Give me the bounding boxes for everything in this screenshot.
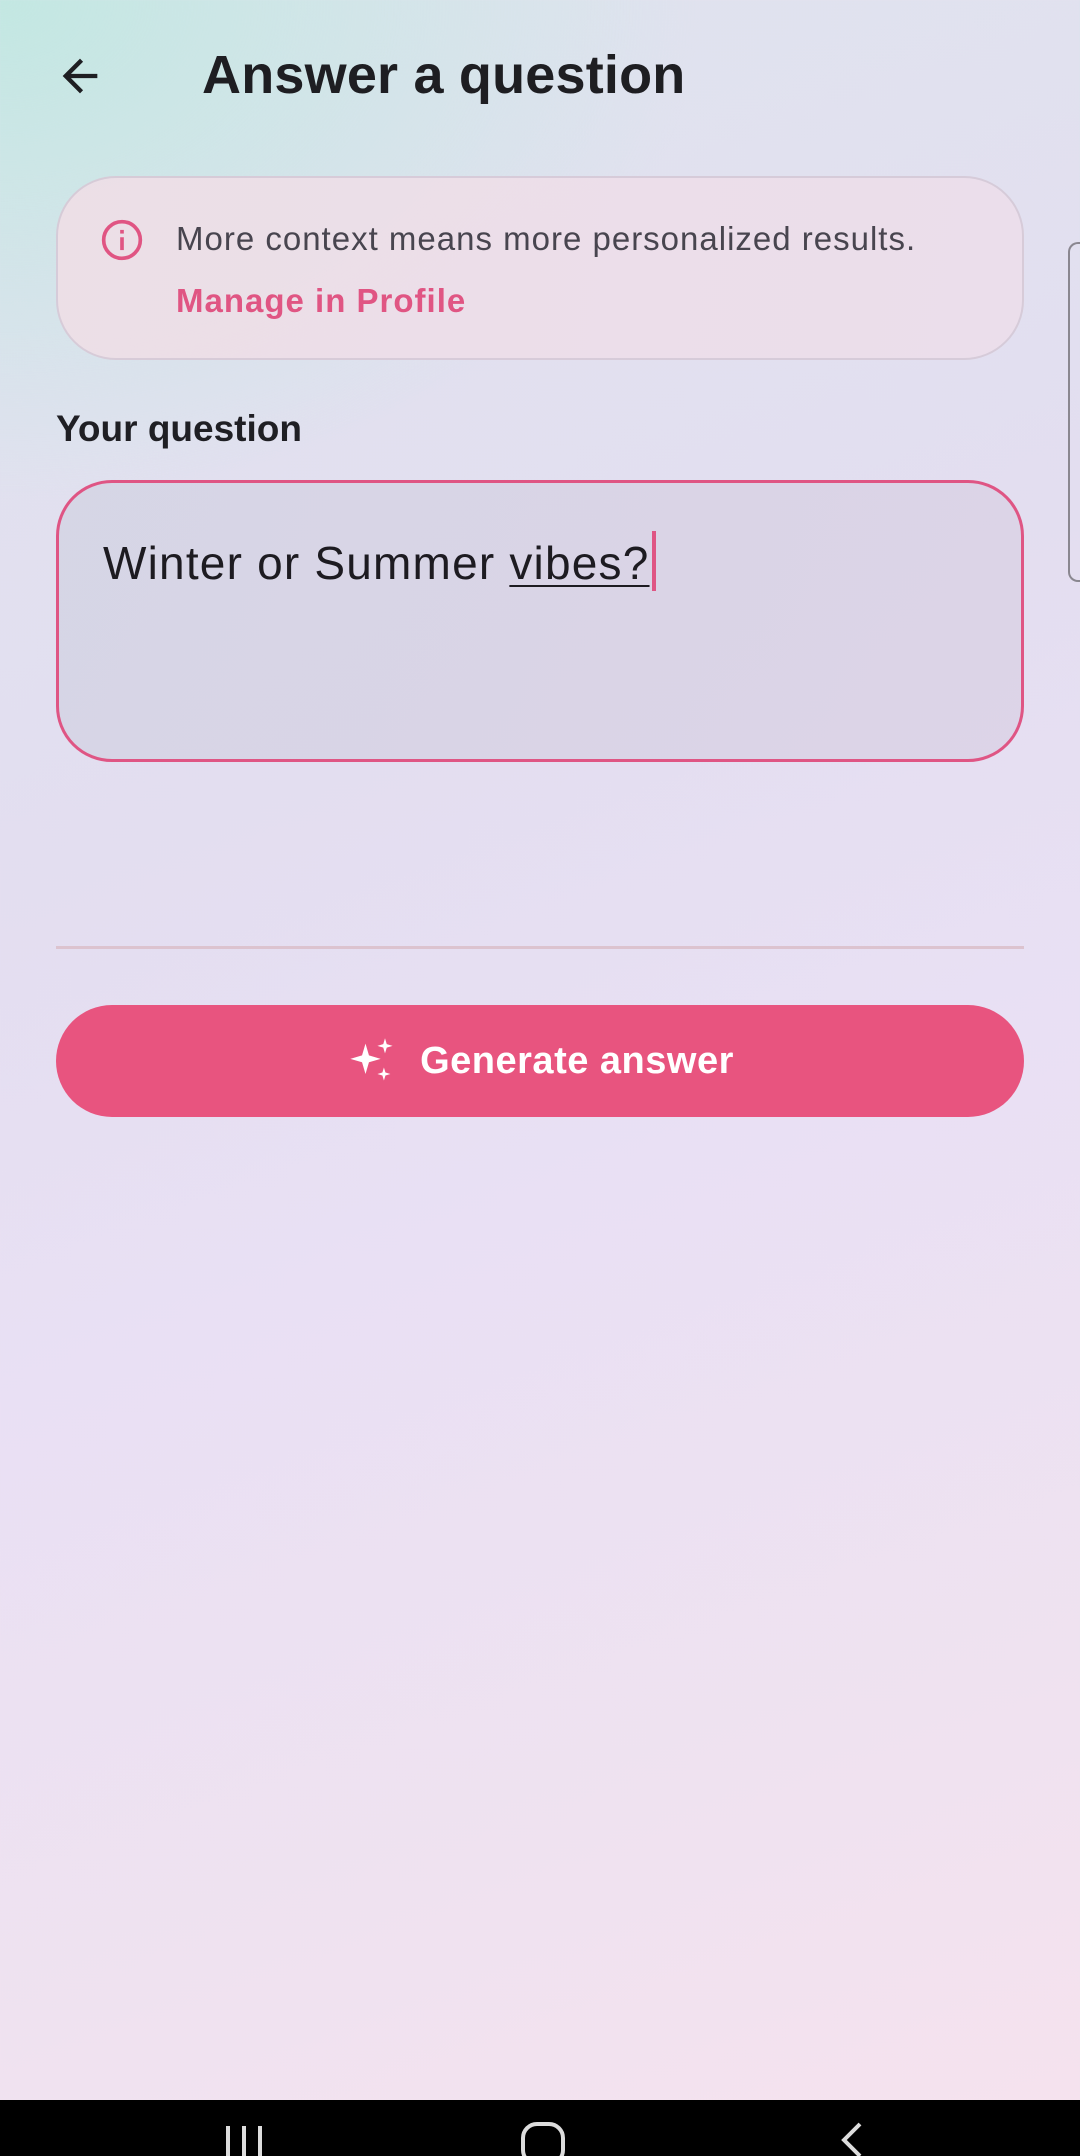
section-divider <box>56 946 1024 949</box>
generate-answer-button[interactable]: Generate answer <box>56 1005 1024 1117</box>
arrow-left-icon <box>62 58 98 94</box>
info-icon <box>101 219 143 261</box>
sparkles-icon <box>350 1038 393 1081</box>
question-text-underlined: vibes? <box>509 537 650 589</box>
recent-apps-icon[interactable] <box>222 2118 266 2156</box>
manage-in-profile-link[interactable]: Manage in Profile <box>176 278 466 324</box>
generate-answer-label: Generate answer <box>420 1039 734 1082</box>
text-caret <box>651 531 656 591</box>
question-input-text[interactable]: Winter or Summer vibes? <box>103 531 656 593</box>
context-info-card: More context means more personalized res… <box>56 176 1024 360</box>
question-text-plain: Winter or Summer <box>103 537 510 589</box>
question-input[interactable]: Winter or Summer vibes? <box>56 480 1024 762</box>
context-info-message: More context means more personalized res… <box>176 220 917 257</box>
page-title: Answer a question <box>202 45 686 105</box>
home-icon[interactable] <box>520 2118 566 2156</box>
system-navigation-bar <box>0 2100 1080 2156</box>
question-field-label: Your question <box>56 408 302 449</box>
app-header: Answer a question <box>0 0 1080 150</box>
back-button[interactable] <box>40 36 120 116</box>
back-nav-icon[interactable] <box>836 2118 866 2156</box>
edge-panel-handle[interactable] <box>1068 242 1080 582</box>
